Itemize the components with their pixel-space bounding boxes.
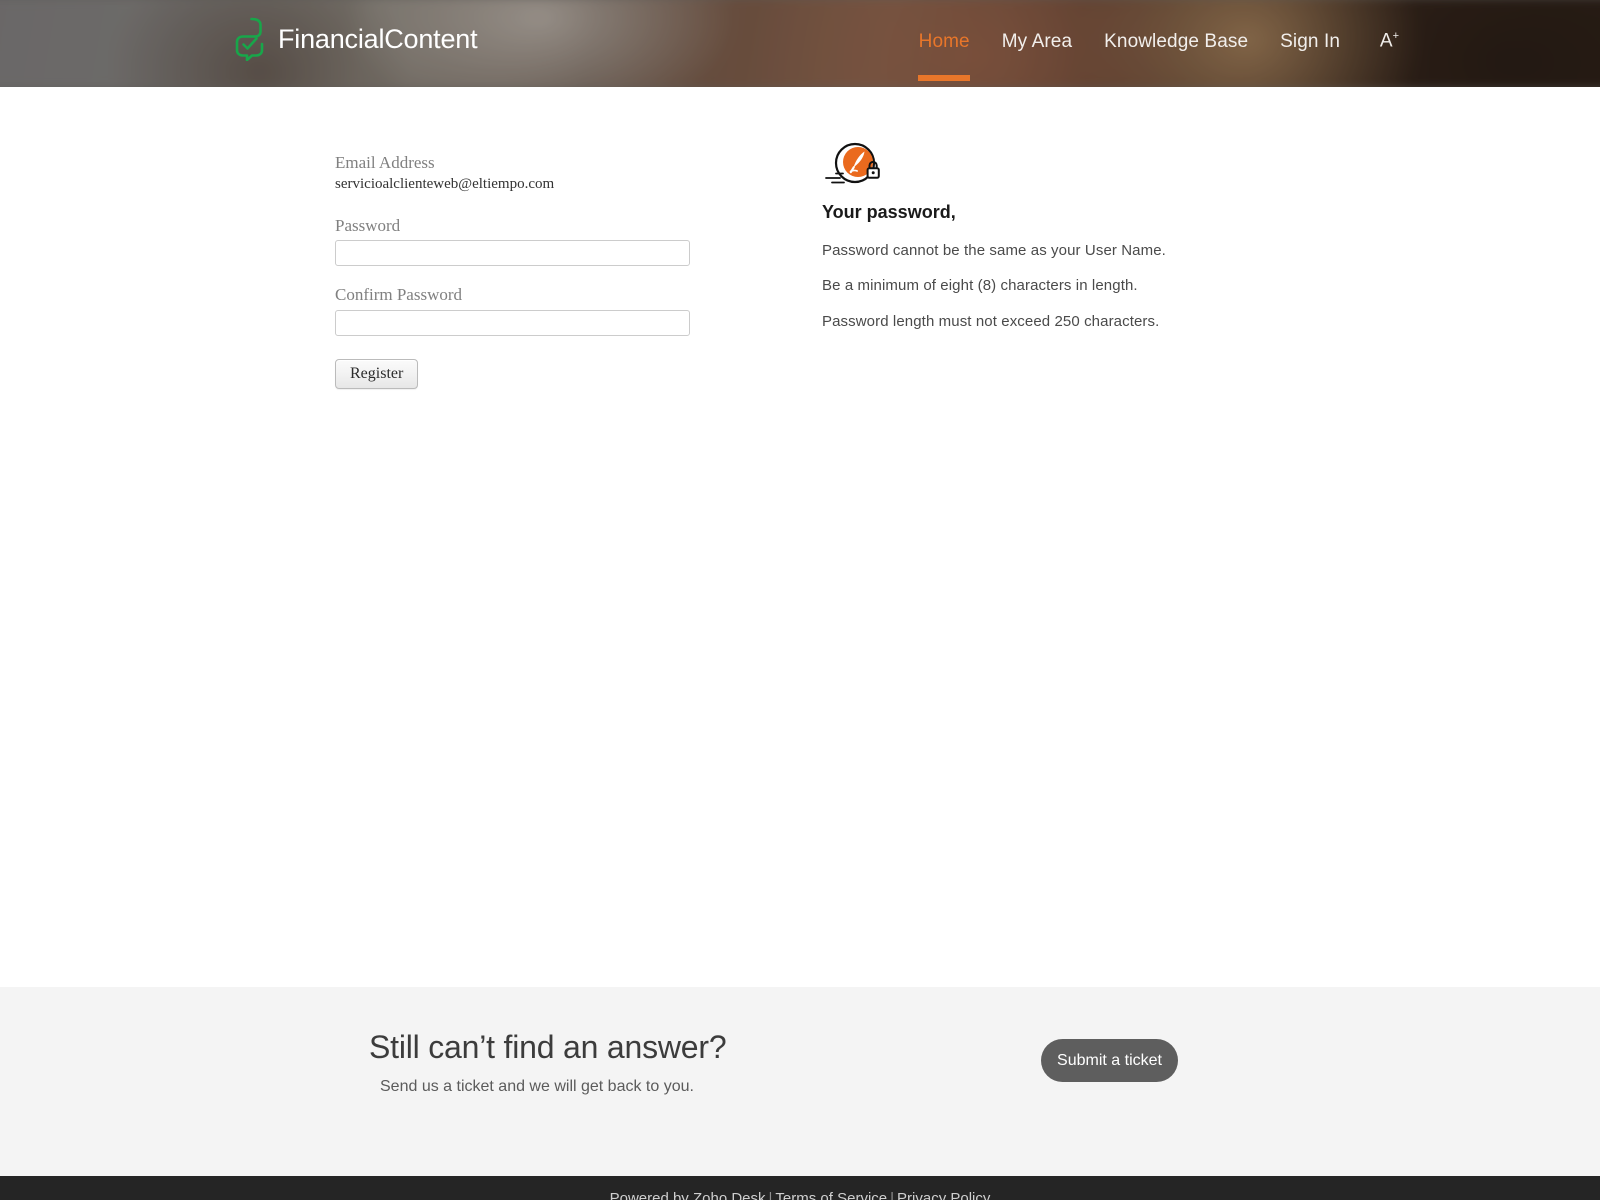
- nav-item-knowledge-base[interactable]: Knowledge Base: [1088, 0, 1264, 56]
- cta-section: Still can’t find an answer? Send us a ti…: [0, 987, 1600, 1176]
- password-input[interactable]: [335, 240, 690, 267]
- password-field-group: Password: [335, 215, 715, 267]
- brand-logo-link[interactable]: FinancialContent: [232, 17, 478, 61]
- nav-item-home[interactable]: Home: [903, 0, 986, 81]
- password-rule-item: Password cannot be the same as your User…: [822, 241, 1166, 259]
- font-size-increase-icon[interactable]: A+: [1379, 30, 1399, 52]
- nav-item-sign-in-label: Sign In: [1280, 31, 1340, 52]
- site-header: FinancialContent Home My Area Knowledge …: [0, 0, 1600, 87]
- submit-ticket-button[interactable]: Submit a ticket: [1041, 1039, 1178, 1082]
- brand-name: FinancialContent: [278, 23, 478, 54]
- page-root: FinancialContent Home My Area Knowledge …: [0, 0, 1600, 1200]
- terms-of-service-link[interactable]: Terms of Service: [775, 1190, 887, 1200]
- email-field-group: Email Address servicioalclienteweb@eltie…: [335, 153, 715, 195]
- nav-item-sign-in[interactable]: Sign In: [1264, 0, 1356, 56]
- nav-item-knowledge-base-label: Knowledge Base: [1104, 31, 1249, 52]
- nav-active-underline: [918, 75, 971, 81]
- password-rule-item: Password length must not exceed 250 char…: [822, 313, 1160, 331]
- powered-by-zoho-desk-link[interactable]: Powered by Zoho Desk: [610, 1190, 766, 1200]
- cta-subtext: Send us a ticket and we will get back to…: [380, 1078, 694, 1096]
- footer-bar: Powered by Zoho Desk | Terms of Service | Pr…: [0, 1176, 1600, 1200]
- password-rules-panel: Your password, Password cannot be the sa…: [822, 142, 1252, 332]
- speech-bubble-check-logo-icon: [235, 17, 264, 61]
- cta-heading: Still can’t find an answer?: [369, 1029, 727, 1065]
- privacy-policy-link[interactable]: Privacy Policy: [897, 1190, 990, 1200]
- footer-separator: |: [890, 1190, 895, 1200]
- password-label: Password: [335, 215, 401, 235]
- nav-item-home-label: Home: [918, 31, 970, 52]
- confirm-password-field-group: Confirm Password: [335, 285, 715, 336]
- font-size-superscript: +: [1392, 30, 1399, 42]
- confirm-password-input[interactable]: [335, 309, 690, 336]
- nav-item-my-area[interactable]: My Area: [986, 0, 1088, 56]
- footer-separator: |: [768, 1190, 773, 1200]
- password-rule-item: Be a minimum of eight (8) characters in …: [822, 277, 1138, 295]
- nav-item-my-area-label: My Area: [1001, 31, 1073, 52]
- cta-text-block: Still can’t find an answer? Send us a ti…: [369, 1028, 1009, 1097]
- main-navigation: Home My Area Knowledge Base Sign In: [903, 0, 1356, 87]
- password-quill-lock-icon: [825, 142, 880, 184]
- font-size-letter: A: [1379, 30, 1393, 52]
- main-content: Email Address servicioalclienteweb@eltie…: [0, 87, 1600, 987]
- email-value: servicioalclienteweb@eltiempo.com: [335, 176, 555, 193]
- password-rules-title: Your password,: [822, 202, 956, 222]
- register-button[interactable]: Register: [335, 358, 419, 390]
- confirm-password-label: Confirm Password: [335, 285, 463, 305]
- registration-form: Email Address servicioalclienteweb@eltie…: [335, 153, 715, 390]
- email-label: Email Address: [335, 153, 435, 172]
